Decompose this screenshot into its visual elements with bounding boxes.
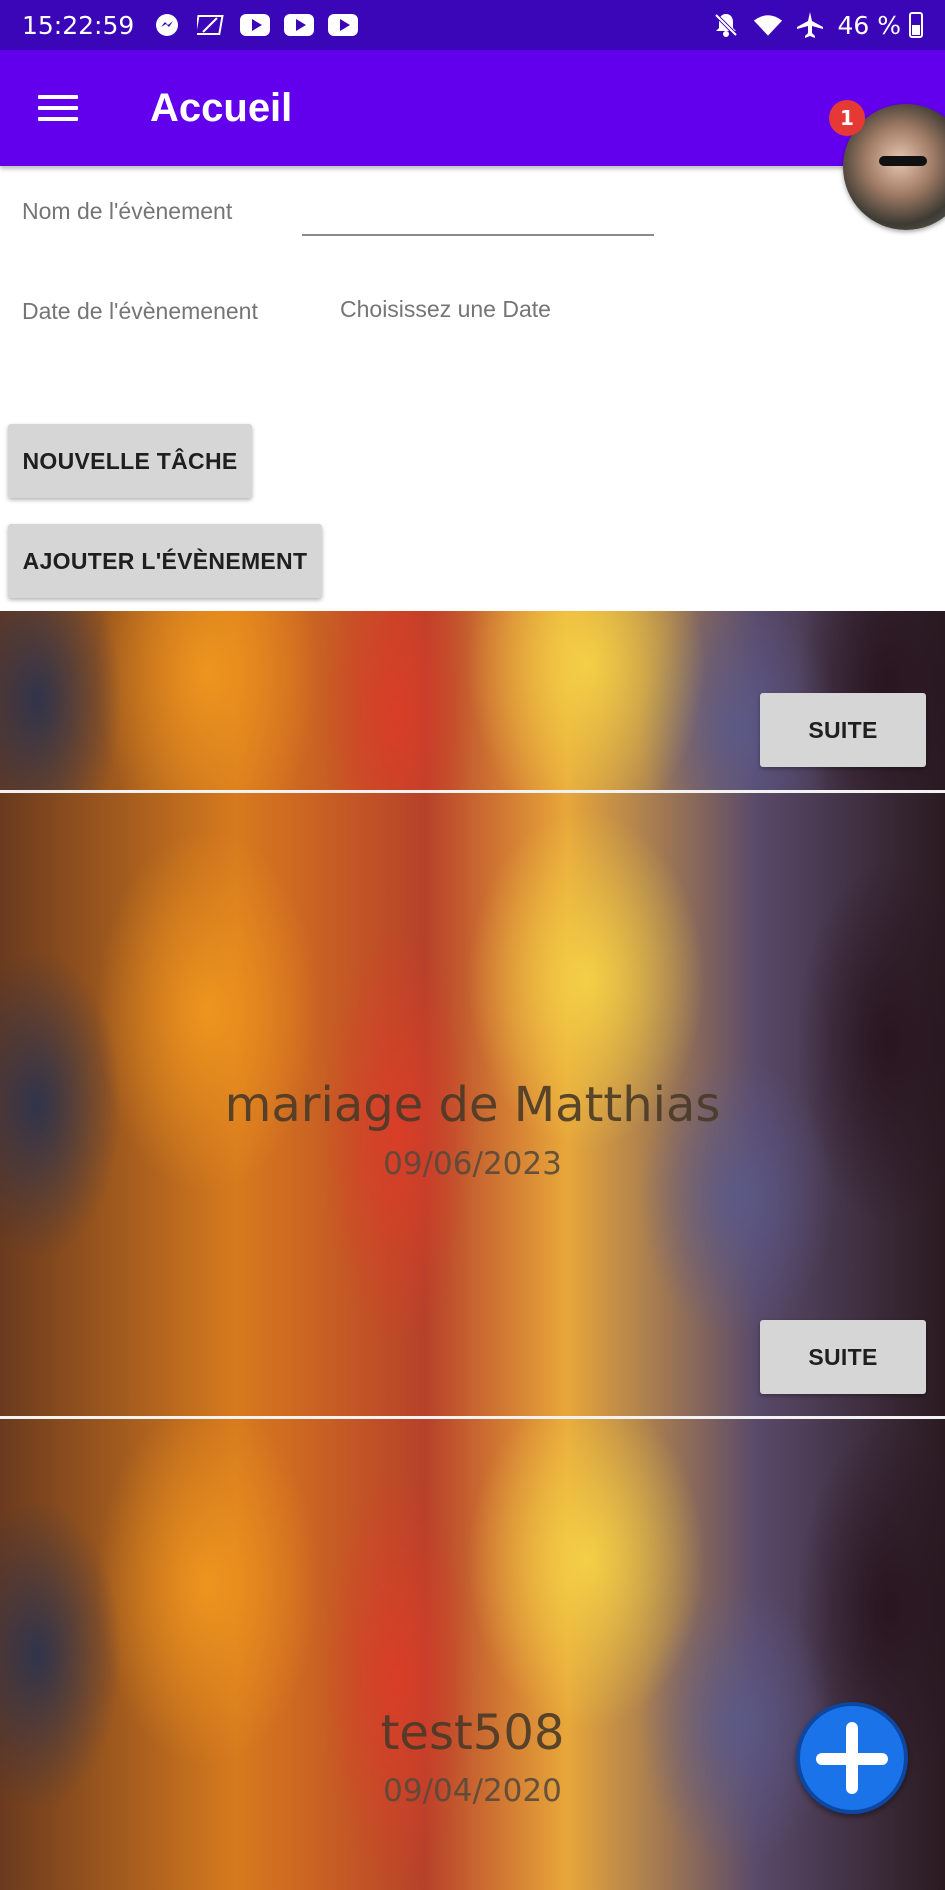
- event-card[interactable]: mariage de Matthias 09/06/2023 SUITE: [0, 793, 945, 1416]
- event-date-label: Date de l'évènemenent: [22, 298, 258, 324]
- date-picker[interactable]: Choisissez une Date: [340, 296, 551, 323]
- add-event-button[interactable]: AJOUTER L'ÉVÈNEMENT: [8, 524, 322, 598]
- event-title: mariage de Matthias: [224, 1077, 721, 1133]
- notification-badge: 1: [829, 100, 865, 136]
- event-date: 09/06/2023: [383, 1146, 562, 1182]
- youtube-icon: [328, 13, 359, 37]
- event-card[interactable]: test508 09/04/2020: [0, 1419, 945, 1890]
- youtube-icon: [284, 13, 315, 37]
- event-name-input[interactable]: [302, 196, 654, 236]
- suite-button[interactable]: SUITE: [760, 693, 926, 767]
- page-title: Accueil: [150, 85, 293, 130]
- event-name-label: Nom de l'évènement: [22, 198, 233, 224]
- battery-icon: [909, 12, 923, 38]
- suite-button[interactable]: SUITE: [760, 1320, 926, 1394]
- app-bar: Accueil: [0, 50, 945, 166]
- wallet-icon: [196, 13, 226, 37]
- add-fab-button[interactable]: [796, 1702, 908, 1814]
- event-card[interactable]: SUITE: [0, 611, 945, 790]
- new-task-button[interactable]: NOUVELLE TÂCHE: [8, 424, 252, 498]
- bell-off-icon: [711, 13, 741, 37]
- profile-avatar-button[interactable]: 1: [829, 100, 945, 232]
- menu-icon[interactable]: [38, 93, 78, 123]
- status-bar: 15:22:59 46 %: [0, 0, 945, 50]
- airplane-icon: [795, 12, 825, 38]
- battery-level: 46 %: [837, 10, 901, 40]
- messenger-icon: [152, 13, 182, 37]
- status-time: 15:22:59: [22, 10, 135, 40]
- wifi-icon: [753, 13, 783, 37]
- youtube-icon: [240, 13, 271, 37]
